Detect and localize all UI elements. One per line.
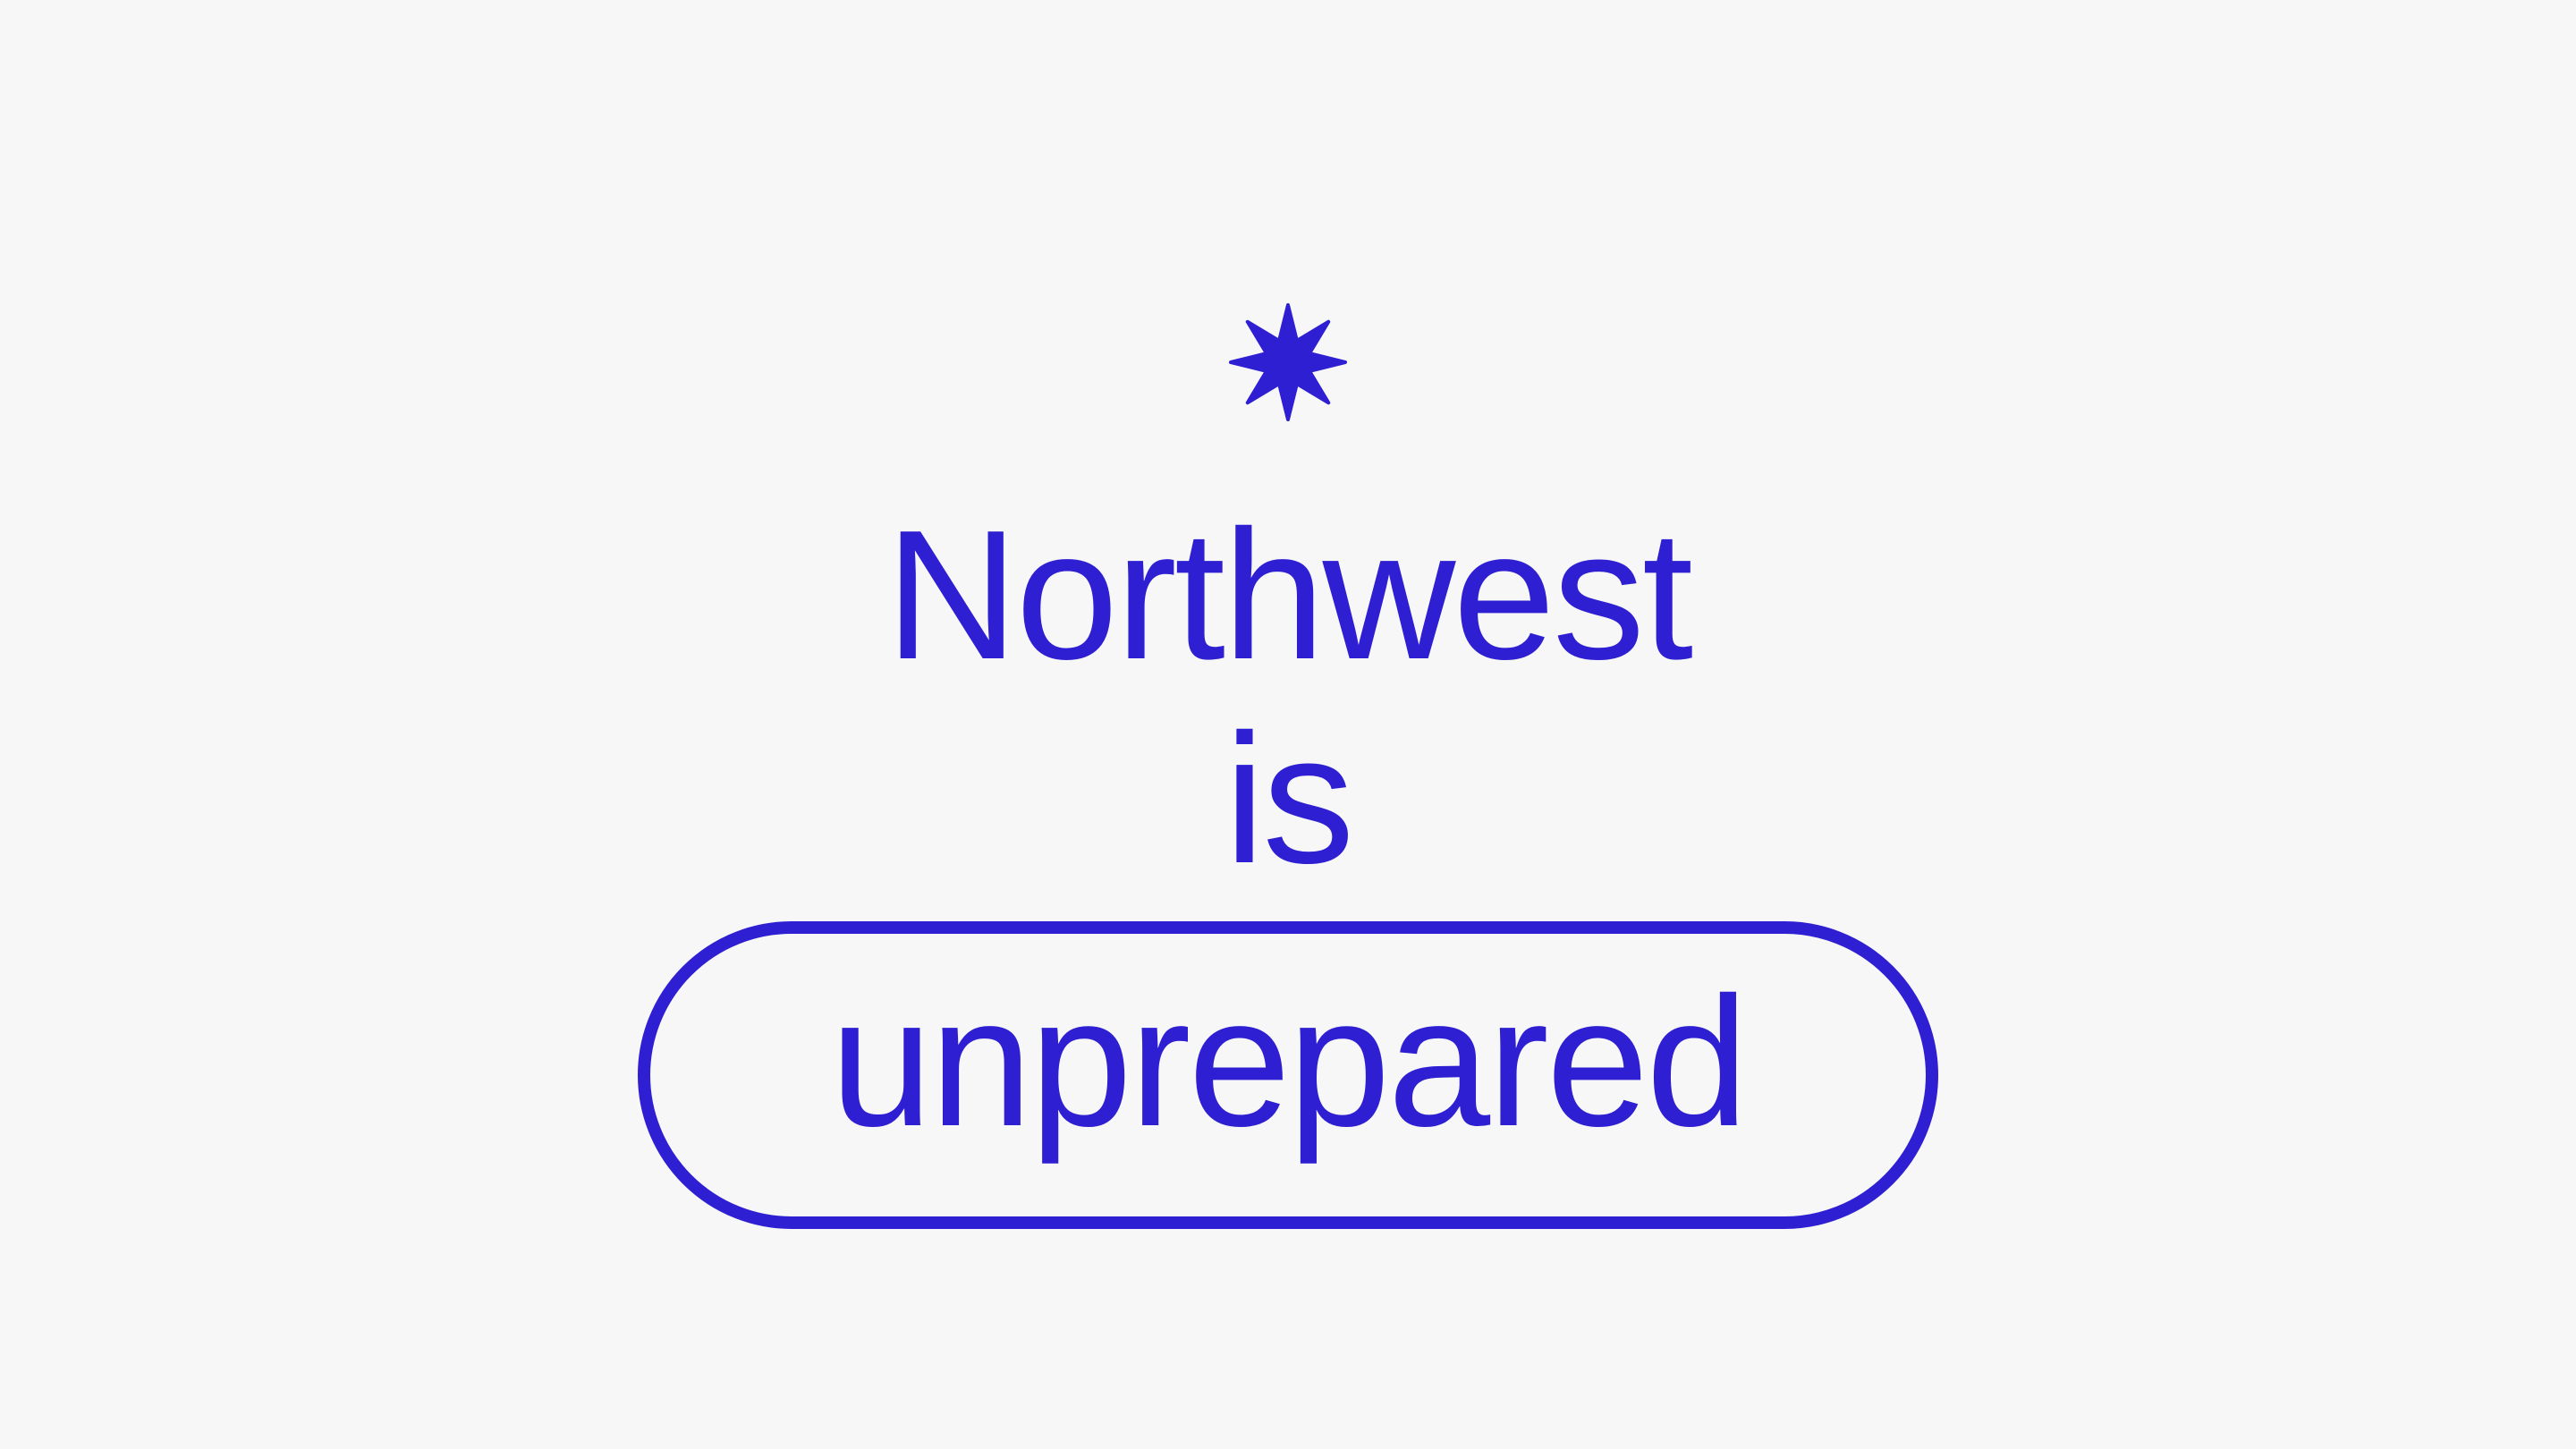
starburst-icon [1229, 303, 1347, 421]
headline-line-2: is [1224, 696, 1355, 902]
headline-line-1: Northwest [885, 492, 1693, 698]
highlighted-word: unprepared [830, 959, 1749, 1165]
title-card: Northwest is unprepared [0, 0, 2576, 1449]
